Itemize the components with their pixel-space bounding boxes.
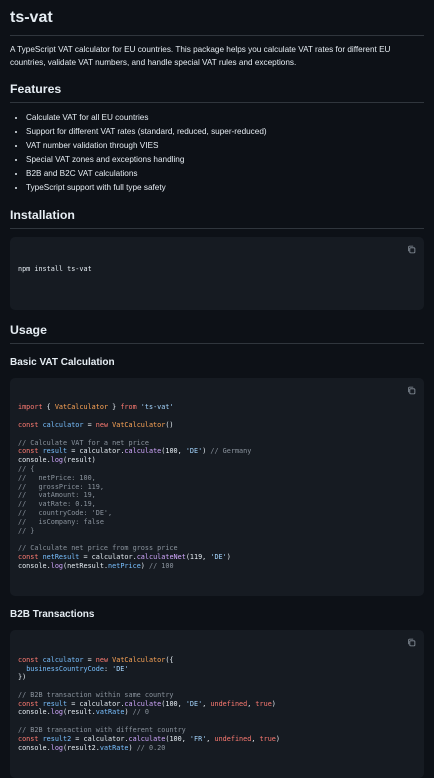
code-line: // isCompany: false xyxy=(18,517,104,526)
list-item: Calculate VAT for all EU countries xyxy=(26,111,424,125)
code-line: // { xyxy=(18,464,35,473)
install-code-block: npm install ts-vat xyxy=(10,237,424,310)
code-line: const result2 = calculator.calculate(100… xyxy=(18,734,280,743)
code-line: const calculator = new VatCalculator() xyxy=(18,420,174,429)
code-line: // netPrice: 100, xyxy=(18,473,96,482)
code-line: console.log(result2.vatRate) // 0.20 xyxy=(18,743,166,752)
code-line: console.log(netResult.netPrice) // 100 xyxy=(18,561,174,570)
copy-icon[interactable] xyxy=(407,386,416,395)
code-line: // } xyxy=(18,526,35,535)
code-line: const calculator = new VatCalculator({ xyxy=(18,655,174,664)
usage-heading: Usage xyxy=(10,322,424,344)
code-line: // countryCode: 'DE', xyxy=(18,508,113,517)
code-line: // B2B transaction with different countr… xyxy=(18,726,186,735)
code-line: // B2B transaction within same country xyxy=(18,690,174,699)
readme-page: ts-vat A TypeScript VAT calculator for E… xyxy=(0,0,434,778)
code-line: const result = calculator.calculate(100,… xyxy=(18,447,252,456)
page-title: ts-vat xyxy=(10,8,424,36)
code-line: console.log(result) xyxy=(18,456,96,465)
b2b-code-block: const calculator = new VatCalculator({ b… xyxy=(10,630,424,778)
code-line: }) xyxy=(18,673,27,682)
list-item: TypeScript support with full type safety xyxy=(26,181,424,195)
list-item: B2B and B2C VAT calculations xyxy=(26,167,424,181)
code-line: // grossPrice: 119, xyxy=(18,482,104,491)
basic-code-block: import { VatCalculator } from 'ts-vat' co… xyxy=(10,377,424,597)
code-line: import { VatCalculator } from 'ts-vat' xyxy=(18,403,174,412)
features-heading: Features xyxy=(10,81,424,103)
code-line: npm install ts-vat xyxy=(18,264,92,273)
basic-heading: Basic VAT Calculation xyxy=(10,356,115,368)
b2b-heading: B2B Transactions xyxy=(10,609,95,621)
code-line: businessCountryCode: 'DE' xyxy=(26,664,129,673)
copy-icon[interactable] xyxy=(407,245,416,254)
code-line: // vatRate: 0.19, xyxy=(18,500,96,509)
intro-paragraph: A TypeScript VAT calculator for EU count… xyxy=(10,45,391,67)
features-list: Calculate VAT for all EU countries Suppo… xyxy=(10,111,424,195)
installation-heading: Installation xyxy=(10,207,424,229)
code-line: console.log(result.vatRate) // 0 xyxy=(18,708,149,717)
code-line: // Calculate net price from gross price xyxy=(18,544,178,553)
code-line: const result = calculator.calculate(100,… xyxy=(18,699,276,708)
list-item: VAT number validation through VIES xyxy=(26,139,424,153)
copy-icon[interactable] xyxy=(407,638,416,647)
list-item: Special VAT zones and exceptions handlin… xyxy=(26,153,424,167)
code-line: // Calculate VAT for a net price xyxy=(18,438,149,447)
list-item: Support for different VAT rates (standar… xyxy=(26,125,424,139)
code-line: const netResult = calculator.calculateNe… xyxy=(18,552,231,561)
code-line: // vatAmount: 19, xyxy=(18,491,96,500)
